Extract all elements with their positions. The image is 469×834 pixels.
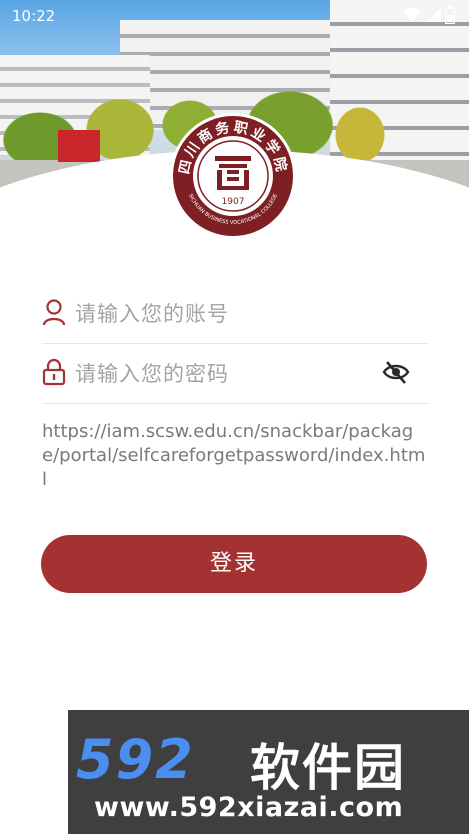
svg-text:1907: 1907 <box>222 197 245 207</box>
login-button[interactable]: 登录 <box>41 535 427 593</box>
lock-icon <box>42 358 66 386</box>
account-input-placeholder[interactable]: 请输入您的账号 <box>75 298 229 328</box>
eye-off-icon[interactable] <box>382 358 410 386</box>
battery-icon <box>444 6 456 28</box>
user-icon <box>42 298 66 326</box>
wifi-icon <box>403 7 421 27</box>
watermark-number: 592 <box>76 728 195 791</box>
status-icons <box>403 6 456 28</box>
school-logo: 四川商务职业学院 SICHUAN BUSINESS VOCATIONAL COL… <box>169 112 297 240</box>
password-input-placeholder[interactable]: 请输入您的密码 <box>75 358 229 388</box>
watermark-cn: 软件园 <box>250 739 406 797</box>
password-field[interactable]: 请输入您的密码 <box>42 343 428 404</box>
status-time: 10:22 <box>12 7 56 25</box>
watermark-banner: 592 软件园 www.592xiazai.com <box>68 710 469 834</box>
watermark-site: www.592xiazai.com <box>94 792 404 823</box>
signal-icon <box>425 7 441 27</box>
forget-password-url[interactable]: https://iam.scsw.edu.cn/snackbar/package… <box>42 420 428 492</box>
account-field[interactable]: 请输入您的账号 <box>42 283 428 344</box>
status-bar: 10:22 <box>0 0 469 32</box>
campus-red-sign <box>58 130 100 162</box>
